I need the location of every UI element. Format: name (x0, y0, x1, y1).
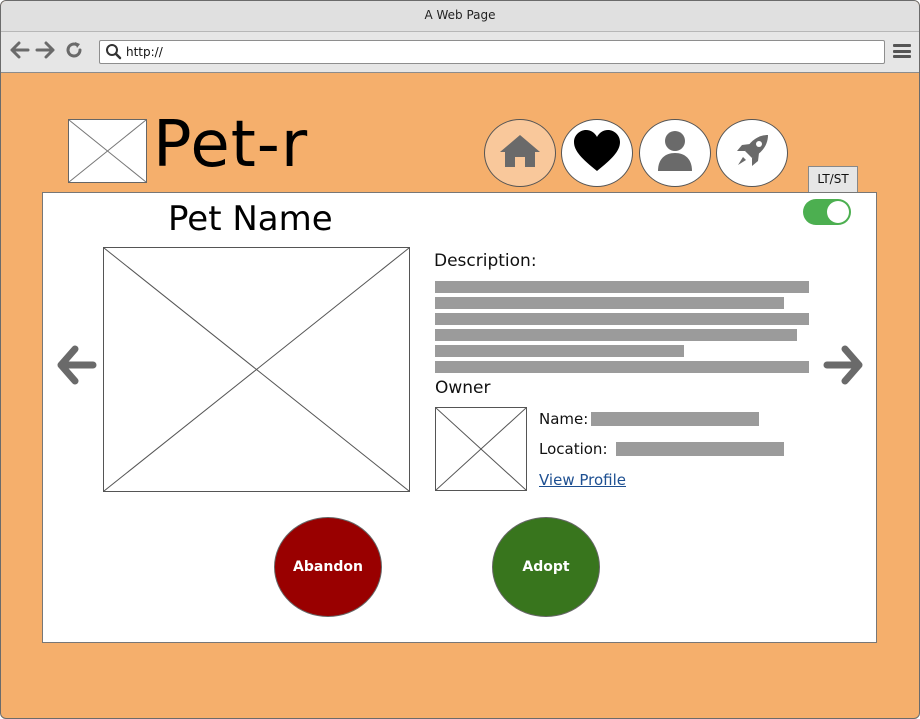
user-icon (655, 129, 695, 177)
nav-profile-button[interactable] (639, 119, 711, 187)
owner-location-label: Location: (539, 440, 608, 458)
arrow-right-icon[interactable] (34, 40, 56, 62)
logo-image-placeholder (68, 119, 147, 183)
mode-badge[interactable]: LT/ST (808, 166, 858, 194)
reload-icon[interactable] (63, 40, 85, 62)
description-text-line (435, 297, 784, 309)
search-icon (105, 43, 122, 64)
pet-photo-placeholder (103, 247, 410, 492)
brand-title: Pet-r (153, 108, 309, 182)
home-icon (498, 131, 542, 175)
owner-label: Owner (435, 378, 491, 398)
description-text-line (435, 313, 809, 325)
nav-home-button[interactable] (484, 119, 556, 187)
pet-card: Pet Name Description: Owner Name: Locati… (42, 192, 877, 643)
owner-name-label: Name: (539, 410, 589, 428)
next-arrow-icon[interactable] (821, 343, 865, 387)
pet-name: Pet Name (168, 199, 333, 239)
toggle-switch[interactable] (803, 199, 851, 225)
owner-name-value (591, 412, 759, 426)
browser-toolbar: http:// (1, 32, 919, 73)
browser-window: A Web Page http:// Pet-r LT/ST Pet Name … (0, 0, 920, 719)
description-text-line (435, 329, 797, 341)
description-text-line (435, 345, 684, 357)
hamburger-menu-icon[interactable] (893, 44, 911, 58)
owner-photo-placeholder (435, 407, 527, 491)
description-label: Description: (434, 251, 537, 271)
nav-favorites-button[interactable] (561, 119, 633, 187)
toggle-knob (827, 201, 849, 223)
description-text-line (435, 361, 809, 373)
abandon-button[interactable]: Abandon (274, 517, 382, 617)
rocket-icon (730, 129, 774, 177)
heart-icon (572, 129, 622, 177)
url-text: http:// (126, 45, 163, 59)
previous-arrow-icon[interactable] (55, 343, 99, 387)
owner-location-value (616, 442, 784, 456)
view-profile-link[interactable]: View Profile (539, 470, 626, 490)
adopt-button[interactable]: Adopt (492, 517, 600, 617)
arrow-left-icon[interactable] (9, 40, 31, 62)
nav-launch-button[interactable] (716, 119, 788, 187)
description-text-line (435, 281, 809, 293)
url-bar[interactable]: http:// (99, 40, 885, 64)
window-title: A Web Page (1, 1, 919, 32)
